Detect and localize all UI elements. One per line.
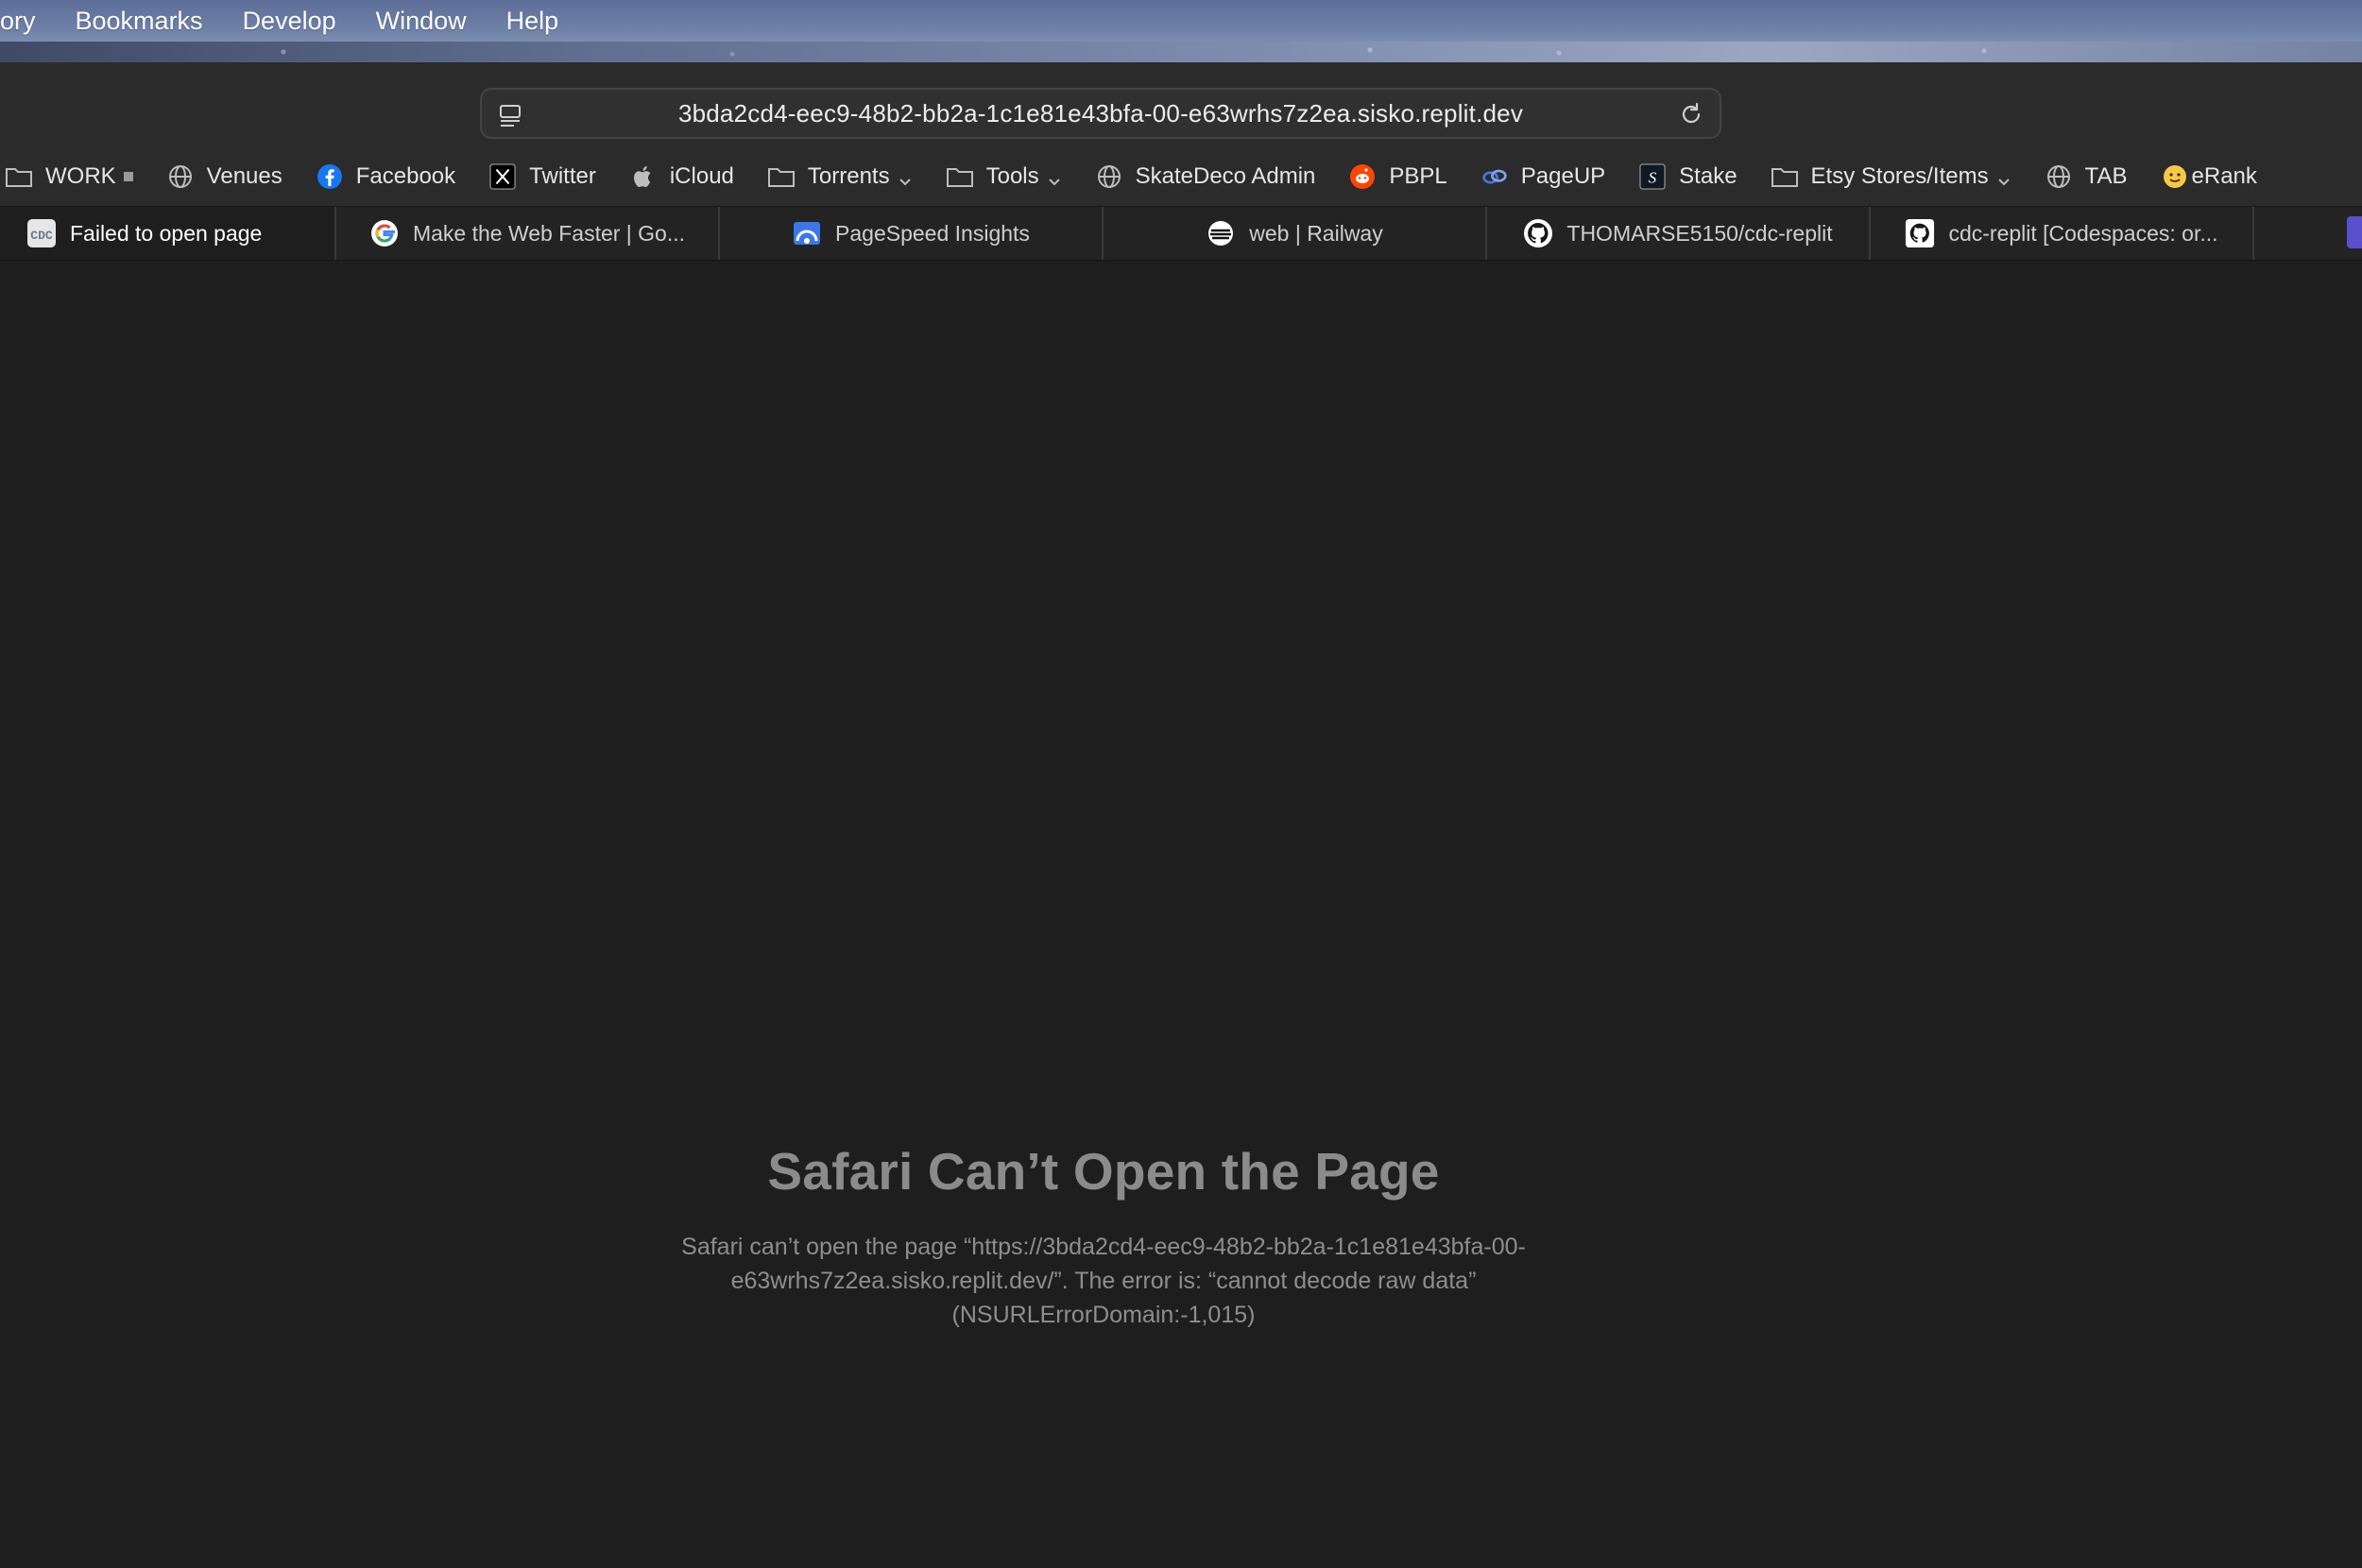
tab-make-web-faster[interactable]: Make the Web Faster | Go... — [336, 207, 720, 260]
error-title: Safari Can’t Open the Page — [767, 1142, 1440, 1201]
bookmark-pageup[interactable]: PageUP — [1464, 147, 1622, 206]
reddit-icon — [1349, 163, 1376, 190]
link-icon — [1481, 163, 1508, 190]
globe-icon — [167, 163, 194, 190]
chevron-down-icon — [1996, 169, 2011, 186]
folder-icon — [767, 163, 795, 190]
folder-icon — [946, 163, 973, 190]
bookmark-torrents[interactable]: Torrents — [751, 147, 930, 206]
bookmark-label: WORK — [45, 163, 116, 189]
facebook-icon — [317, 163, 343, 190]
bookmark-stake[interactable]: S Stake — [1622, 147, 1754, 206]
tab-label: cdc-replit [Codespaces: or... — [1948, 220, 2218, 246]
menu-develop[interactable]: Develop — [223, 0, 356, 42]
bookmark-label: Twitter — [529, 163, 596, 189]
error-message-line: e63wrhs7z2ea.sisko.replit.dev/”. The err… — [730, 1268, 1477, 1294]
tab-failed-to-open[interactable]: CDC Failed to open page — [0, 207, 336, 260]
x-icon — [489, 163, 516, 190]
bookmark-label: eRank — [2191, 163, 2257, 189]
github-icon — [1523, 218, 1553, 248]
globe-icon — [2045, 163, 2072, 190]
tab-overflow-icon[interactable] — [2347, 216, 2362, 248]
menu-history[interactable]: ory — [0, 0, 56, 42]
github-icon — [1905, 218, 1935, 248]
menu-bar: ory Bookmarks Develop Window Help — [0, 0, 2362, 62]
bookmark-label: PageUP — [1520, 163, 1606, 189]
google-icon — [369, 218, 400, 248]
bookmark-tools[interactable]: Tools — [930, 147, 1079, 206]
bookmarks-bar: WORK Venues Facebook Twitter iCloud Torr… — [0, 147, 2362, 206]
chevron-down-icon — [898, 169, 913, 186]
svg-text:CDC: CDC — [30, 229, 53, 243]
menu-bookmarks[interactable]: Bookmarks — [56, 0, 223, 42]
bookmark-label: Torrents — [807, 163, 890, 189]
menu-items: ory Bookmarks Develop Window Help — [0, 0, 578, 42]
tab-label: THOMARSE5150/cdc-replit — [1566, 220, 1833, 246]
tab-bar: CDC Failed to open page Make the Web Fas… — [0, 206, 2362, 261]
smiley-icon — [2162, 163, 2188, 190]
railway-icon — [1206, 218, 1236, 248]
bookmark-facebook[interactable]: Facebook — [300, 147, 472, 206]
address-bar[interactable]: 3bda2cd4-eec9-48b2-bb2a-1c1e81e43bfa-00-… — [480, 88, 1721, 139]
bookmark-label: TAB — [2084, 163, 2128, 189]
chevron-down-icon — [1047, 169, 1062, 186]
apple-icon — [630, 163, 657, 190]
bookmark-tab[interactable]: TAB — [2028, 147, 2145, 206]
menu-help[interactable]: Help — [487, 0, 579, 42]
bookmark-label: Venues — [206, 163, 282, 189]
pagespeed-icon — [792, 218, 822, 248]
bookmark-label: iCloud — [669, 163, 734, 189]
error-message-line: Safari can’t open the page “https://3bda… — [681, 1234, 1526, 1260]
bookmark-venues[interactable]: Venues — [150, 147, 300, 206]
bookmark-label: Stake — [1679, 163, 1737, 189]
tab-label: web | Railway — [1249, 220, 1383, 246]
cdc-icon: CDC — [26, 218, 57, 248]
stake-icon: S — [1639, 163, 1666, 190]
error-message-line: (NSURLErrorDomain:-1,015) — [951, 1302, 1256, 1328]
tab-label: PageSpeed Insights — [835, 220, 1030, 246]
bookmark-icloud[interactable]: iCloud — [613, 147, 751, 206]
tab-label: Make the Web Faster | Go... — [412, 220, 686, 246]
reload-icon[interactable] — [1678, 101, 1704, 128]
menu-window[interactable]: Window — [356, 0, 487, 42]
tab-web-railway[interactable]: web | Railway — [1104, 207, 1487, 260]
globe-icon — [1096, 163, 1122, 190]
bookmark-skatedeco-admin[interactable]: SkateDeco Admin — [1079, 147, 1333, 206]
bookmark-work[interactable]: WORK — [0, 147, 150, 206]
stop-icon — [123, 172, 133, 181]
tab-github-cdc-replit[interactable]: THOMARSE5150/cdc-replit — [1487, 207, 1871, 260]
bookmark-label: SkateDeco Admin — [1135, 163, 1316, 189]
svg-text:S: S — [1649, 169, 1657, 187]
address-url[interactable]: 3bda2cd4-eec9-48b2-bb2a-1c1e81e43bfa-00-… — [482, 90, 1720, 137]
bookmark-twitter[interactable]: Twitter — [472, 147, 613, 206]
tab-codespaces[interactable]: cdc-replit [Codespaces: or... — [1871, 207, 2254, 260]
bookmark-etsy-stores[interactable]: Etsy Stores/Items — [1754, 147, 2028, 206]
tab-pagespeed-insights[interactable]: PageSpeed Insights — [720, 207, 1104, 260]
bookmark-label: Etsy Stores/Items — [1810, 163, 1989, 189]
error-message: Safari can’t open the page “https://3bda… — [622, 1230, 1585, 1332]
folder-icon — [1771, 163, 1798, 190]
bookmark-pbpl[interactable]: PBPL — [1332, 147, 1463, 206]
bookmark-label: PBPL — [1389, 163, 1447, 189]
bookmark-erank[interactable]: eRank — [2145, 147, 2274, 206]
browser-toolbar: 3bda2cd4-eec9-48b2-bb2a-1c1e81e43bfa-00-… — [0, 62, 2362, 147]
tab-label: Failed to open page — [70, 220, 263, 246]
bookmark-label: Facebook — [355, 163, 456, 189]
folder-icon — [6, 163, 32, 190]
bookmark-label: Tools — [985, 163, 1039, 189]
menu-bar-wallpaper — [0, 42, 2362, 62]
